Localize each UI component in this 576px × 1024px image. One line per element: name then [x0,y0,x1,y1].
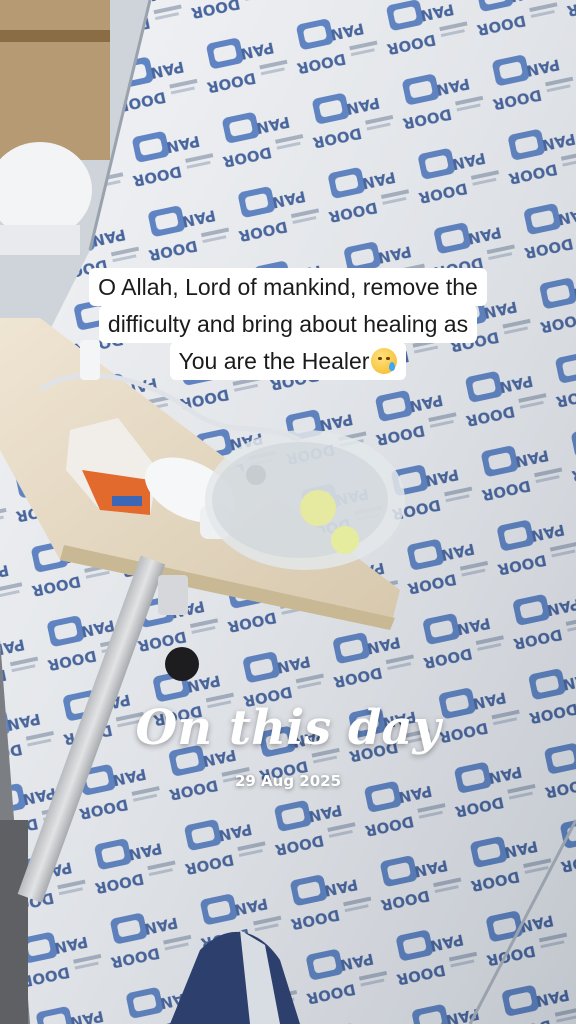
caption-text-3-box: You are the Healer [169,342,407,380]
caption-text-3: You are the Healer [178,348,370,374]
caption-text-2: difficulty and bring about healing as [98,305,478,343]
memory-date: 29 Aug 2025 [234,772,342,790]
caption-line-1: O Allah, Lord of mankind, remove the [0,268,576,306]
plastic-bag-supplies [205,430,405,570]
caption-text-1: O Allah, Lord of mankind, remove the [89,268,487,306]
caption-line-3: You are the Healer [0,342,576,380]
on-this-day-title: On this day [135,700,441,756]
wooden-shelf [0,0,110,160]
crying-face-icon [371,348,398,374]
table-knob [165,647,199,681]
caption-line-2: difficulty and bring about healing as [0,305,576,343]
photo-scene: PAN DOOR [0,0,576,1024]
